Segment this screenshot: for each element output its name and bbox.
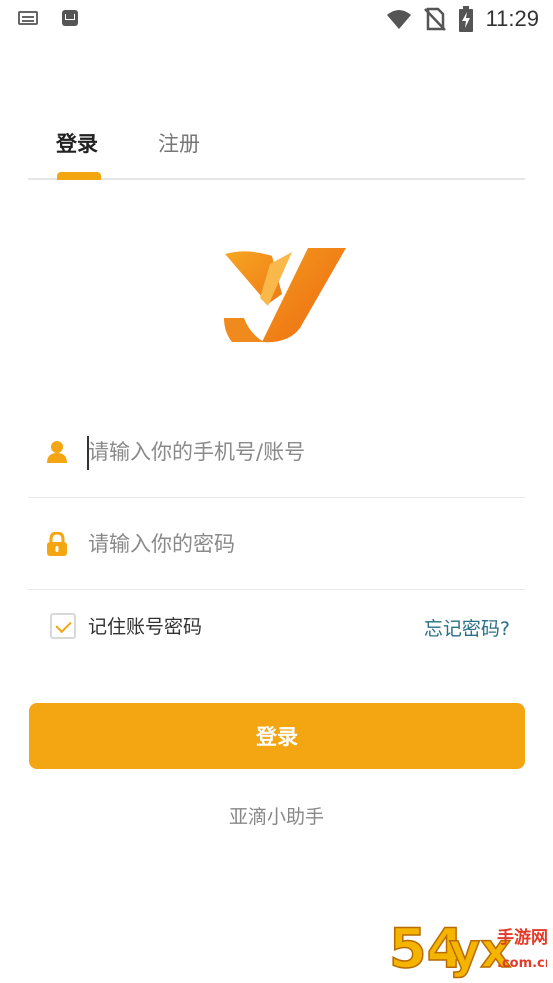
mail-icon <box>62 10 78 26</box>
password-field <box>28 498 525 590</box>
tab-login[interactable]: 登录 <box>56 128 98 158</box>
app-name-footer: 亚滴小助手 <box>228 806 324 828</box>
lock-icon <box>47 532 67 556</box>
status-time: 11:29 <box>485 6 539 31</box>
active-tab-indicator <box>57 172 101 180</box>
remember-password-option[interactable]: 记住账号密码 <box>50 612 202 639</box>
auth-tabs: 登录 注册 <box>28 120 525 180</box>
keyboard-icon <box>18 11 38 25</box>
user-icon <box>47 441 67 463</box>
svg-text:.com.cn: .com.cn <box>497 956 547 971</box>
remember-checkbox[interactable] <box>50 612 76 639</box>
remember-label: 记住账号密码 <box>88 616 203 638</box>
account-field <box>28 406 525 498</box>
account-input[interactable] <box>88 432 508 472</box>
status-right: 11:29 <box>386 6 539 32</box>
svg-text:手游网: 手游网 <box>497 927 547 948</box>
battery-charging-icon <box>458 6 473 32</box>
forgot-password-link[interactable]: 忘记密码? <box>424 614 510 641</box>
login-button[interactable]: 登录 <box>29 703 525 769</box>
tab-register[interactable]: 注册 <box>158 128 200 158</box>
password-input[interactable] <box>88 524 508 564</box>
status-bar: 11:29 <box>0 0 553 38</box>
app-logo <box>224 248 346 343</box>
site-watermark-logo: 54 yx 手游网 .com.cn <box>389 916 547 979</box>
no-sim-icon <box>423 7 446 31</box>
status-left <box>18 10 78 26</box>
wifi-icon <box>386 10 411 29</box>
